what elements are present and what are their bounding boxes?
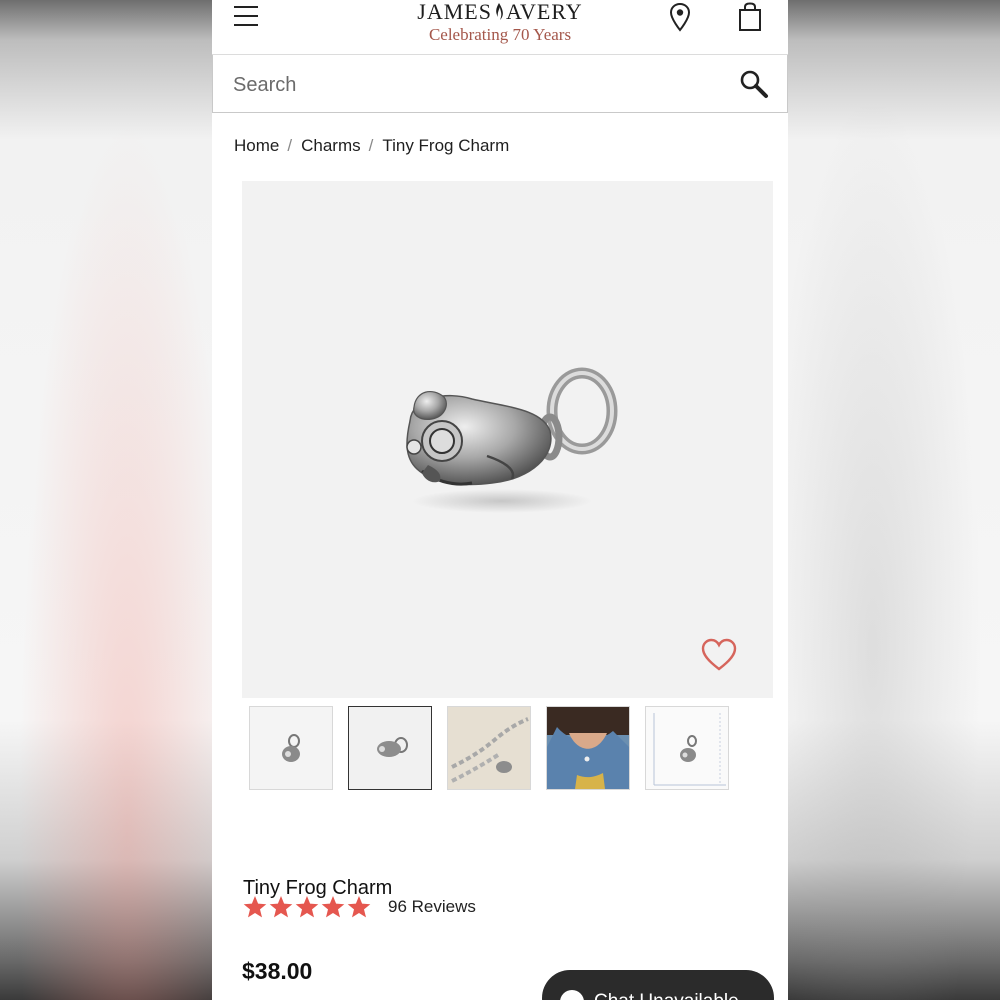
background-blur-right [788,0,1000,1000]
breadcrumb-separator: / [287,136,293,155]
thumbnail-4[interactable] [546,706,630,790]
brand-name-right: AVERY [505,0,583,24]
star-rating[interactable] [242,894,372,922]
star-icon [295,896,319,918]
product-price: $38.00 [242,958,313,984]
flame-icon [496,3,503,20]
breadcrumb: Home / Charms / Tiny Frog Charm [234,136,509,156]
star-icon [269,896,293,918]
brand-name-left: JAMES [417,0,492,24]
thumbnail-3[interactable] [447,706,531,790]
thumbnail-1[interactable] [249,706,333,790]
brand-tagline: Celebrating 70 Years [428,25,572,44]
header-bar: JAMES AVERY Celebrating 70 Years [212,0,788,55]
breadcrumb-charms[interactable]: Charms [301,136,361,155]
shopping-bag-icon[interactable] [738,2,762,32]
search-bar [212,55,788,113]
heart-icon[interactable] [701,638,737,672]
chat-button[interactable]: Chat Unavailable [542,970,774,1000]
background-blur-left [0,0,212,1000]
search-icon[interactable] [739,69,769,99]
chat-label: Chat Unavailable [594,991,739,1000]
brand-logo[interactable]: JAMES AVERY Celebrating 70 Years [400,0,600,46]
thumbnail-strip [249,706,749,790]
thumbnail-2[interactable] [348,706,432,790]
breadcrumb-home[interactable]: Home [234,136,279,155]
brand-name: JAMES AVERY [400,0,600,24]
star-icon [321,896,345,918]
product-main-image[interactable] [242,181,773,698]
chat-icon [560,990,584,1000]
menu-icon[interactable] [234,6,258,28]
frog-charm-image [406,367,618,513]
star-icon [347,896,371,918]
star-icon [243,896,267,918]
search-input[interactable] [231,68,715,102]
reviews-link[interactable]: 96 Reviews [388,897,476,917]
location-pin-icon[interactable] [669,2,691,32]
thumbnail-5[interactable] [645,706,729,790]
breadcrumb-current: Tiny Frog Charm [382,136,510,155]
mobile-page: JAMES AVERY Celebrating 70 Years Home / Cha… [212,0,788,1000]
breadcrumb-separator: / [368,136,374,155]
